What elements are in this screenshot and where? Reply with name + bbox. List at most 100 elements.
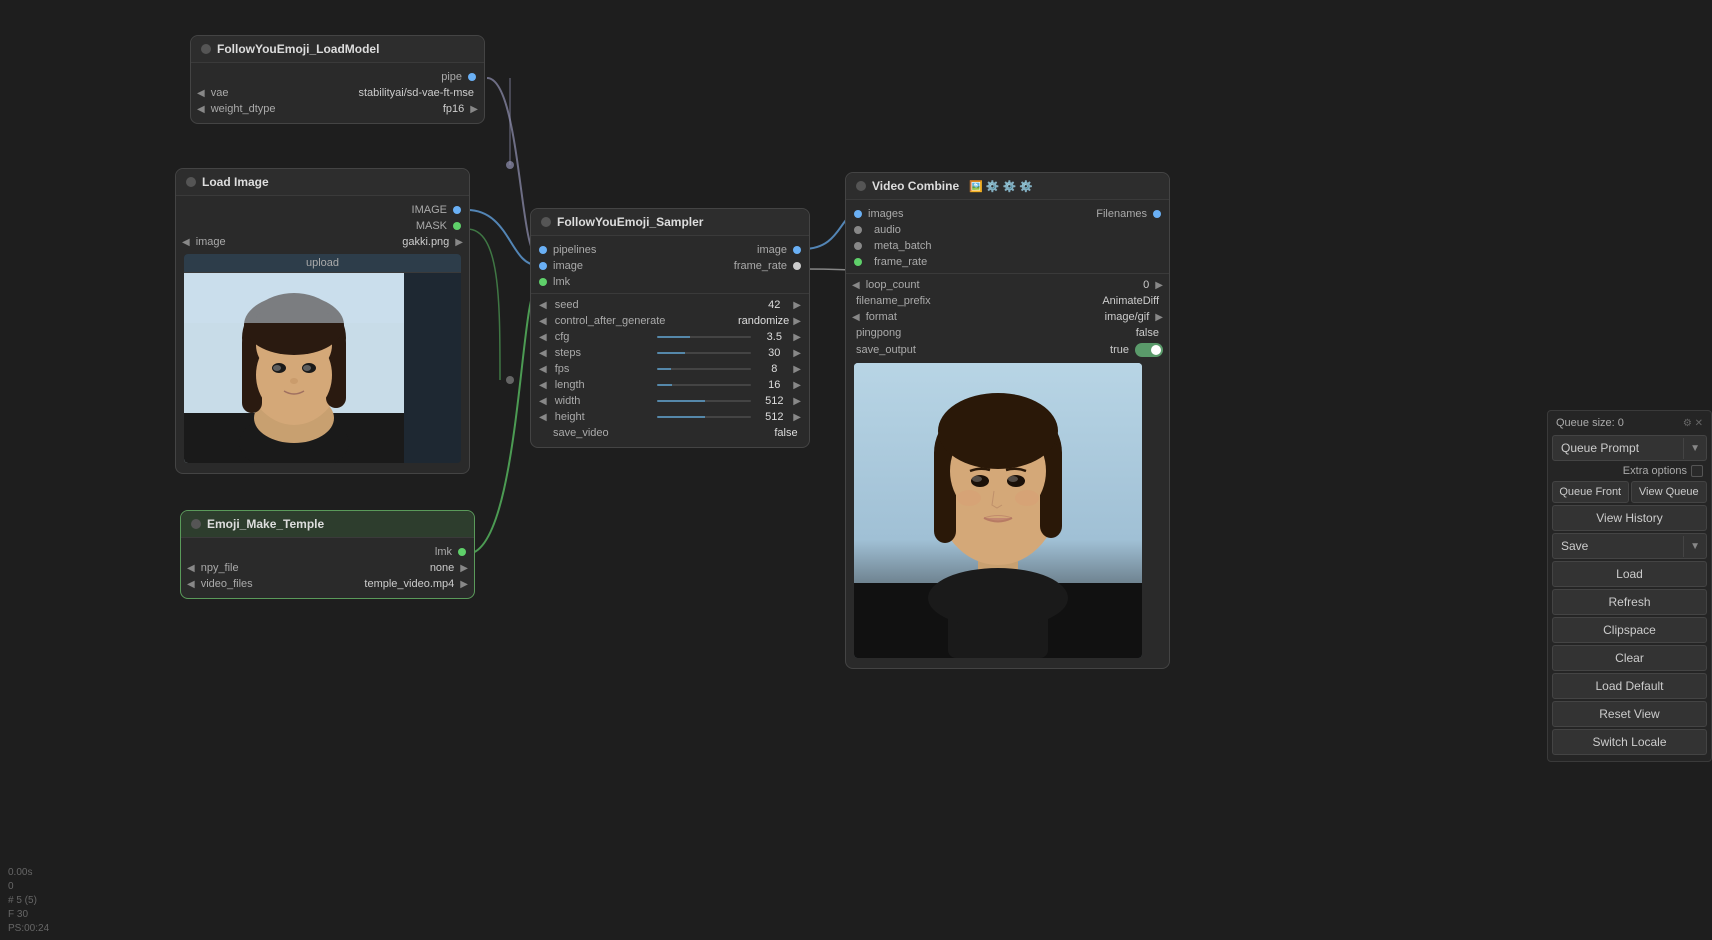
sampler-steps-arrow-r[interactable]: ▶ bbox=[793, 348, 801, 359]
sampler-width-label: width bbox=[551, 395, 649, 407]
sampler-control-label: control_after_generate bbox=[551, 315, 734, 327]
emoji-temple-video-row: ◀ video_files temple_video.mp4 ▶ bbox=[181, 576, 474, 592]
save-dropdown-arrow[interactable]: ▼ bbox=[1683, 536, 1706, 557]
load-model-vae-value: stabilityai/sd-vae-ft-mse bbox=[300, 87, 478, 99]
emoji-temple-npy-value: none bbox=[287, 562, 459, 574]
queue-prompt-arrow[interactable]: ▼ bbox=[1683, 438, 1706, 459]
vc-pingpong-label: pingpong bbox=[852, 327, 956, 339]
emoji-temple-npy-arrow-r[interactable]: ▶ bbox=[460, 563, 468, 574]
load-image-photo-svg bbox=[184, 273, 404, 463]
sampler-length-bar[interactable] bbox=[657, 384, 751, 386]
status-line5: PS:00:24 bbox=[8, 922, 112, 936]
sampler-body: pipelines image image frame_rate lmk bbox=[531, 236, 809, 447]
sampler-width-value: 512 bbox=[759, 395, 789, 407]
extra-options-checkbox[interactable] bbox=[1691, 465, 1703, 477]
sampler-cfg-arrow-r[interactable]: ▶ bbox=[793, 332, 801, 343]
refresh-button[interactable]: Refresh bbox=[1552, 589, 1707, 615]
load-image-img-arrow-r[interactable]: ▶ bbox=[455, 237, 463, 248]
sampler-steps-bar[interactable] bbox=[657, 352, 751, 354]
sampler-height-bar[interactable] bbox=[657, 416, 751, 418]
vc-framerate-row: frame_rate bbox=[846, 254, 1169, 270]
sampler-cfg-bar[interactable] bbox=[657, 336, 751, 338]
vc-loopcount-arrow-r[interactable]: ▶ bbox=[1155, 280, 1163, 291]
load-image-img-arrow-l[interactable]: ◀ bbox=[182, 237, 190, 248]
sampler-length-arrow-r[interactable]: ▶ bbox=[793, 380, 801, 391]
sampler-lmk-row: lmk bbox=[531, 274, 809, 290]
queue-prompt-button[interactable]: Queue Prompt bbox=[1553, 436, 1683, 460]
sampler-width-arrow-r[interactable]: ▶ bbox=[793, 396, 801, 407]
sampler-savevideo-value: false bbox=[771, 427, 801, 439]
emoji-temple-lmk-label: lmk bbox=[435, 546, 452, 558]
sampler-height-row: ◀ height 512 ▶ bbox=[531, 409, 809, 425]
emoji-temple-header: Emoji_Make_Temple bbox=[181, 511, 474, 538]
sampler-fps-row: ◀ fps 8 ▶ bbox=[531, 361, 809, 377]
vc-prefix-label: filename_prefix bbox=[852, 295, 956, 307]
sampler-image-row: image frame_rate bbox=[531, 258, 809, 274]
load-model-node: FollowYouEmoji_LoadModel pipe ◀ vae stab… bbox=[190, 35, 485, 124]
vc-framerate-port bbox=[854, 258, 862, 266]
right-panel-header: Queue size: 0 ⚙ ✕ bbox=[1552, 415, 1707, 431]
vc-saveoutput-label: save_output bbox=[852, 344, 946, 356]
vc-format-value: image/gif bbox=[962, 311, 1154, 323]
load-model-vae-arrow-l[interactable]: ◀ bbox=[197, 88, 205, 99]
sampler-control-row: ◀ control_after_generate randomize ▶ bbox=[531, 313, 809, 329]
vc-images-row: images Filenames bbox=[846, 206, 1169, 222]
sampler-steps-row: ◀ steps 30 ▶ bbox=[531, 345, 809, 361]
clipspace-button[interactable]: Clipspace bbox=[1552, 617, 1707, 643]
vc-format-arrow-l[interactable]: ◀ bbox=[852, 312, 860, 323]
header-icons: ⚙ ✕ bbox=[1683, 418, 1703, 429]
sampler-length-arrow-l[interactable]: ◀ bbox=[539, 380, 547, 391]
sampler-steps-arrow-l[interactable]: ◀ bbox=[539, 348, 547, 359]
load-default-button[interactable]: Load Default bbox=[1552, 673, 1707, 699]
save-button[interactable]: Save bbox=[1553, 534, 1683, 558]
vc-loopcount-arrow-l[interactable]: ◀ bbox=[852, 280, 860, 291]
view-history-button[interactable]: View History bbox=[1552, 505, 1707, 531]
load-button[interactable]: Load bbox=[1552, 561, 1707, 587]
sampler-fps-bar[interactable] bbox=[657, 368, 751, 370]
emoji-temple-video-value: temple_video.mp4 bbox=[287, 578, 459, 590]
sampler-pipelines-port bbox=[539, 246, 547, 254]
vc-audio-label: audio bbox=[868, 224, 901, 236]
load-image-img-row: ◀ image gakki.png ▶ bbox=[176, 234, 469, 250]
sampler-width-bar[interactable] bbox=[657, 400, 751, 402]
emoji-temple-video-arrow-l[interactable]: ◀ bbox=[187, 579, 195, 590]
sampler-control-arrow-r[interactable]: ▶ bbox=[793, 316, 801, 327]
reset-view-button[interactable]: Reset View bbox=[1552, 701, 1707, 727]
sampler-length-label: length bbox=[551, 379, 649, 391]
emoji-temple-video-arrow-r[interactable]: ▶ bbox=[460, 579, 468, 590]
vc-format-arrow-r[interactable]: ▶ bbox=[1155, 312, 1163, 323]
sampler-control-arrow-l[interactable]: ◀ bbox=[539, 316, 547, 327]
load-model-weight-arrow-l[interactable]: ◀ bbox=[197, 104, 205, 115]
load-image-preview bbox=[184, 273, 404, 463]
sampler-height-arrow-l[interactable]: ◀ bbox=[539, 412, 547, 423]
vc-saveoutput-toggle[interactable] bbox=[1135, 343, 1163, 357]
load-model-vae-row: ◀ vae stabilityai/sd-vae-ft-mse bbox=[191, 85, 484, 101]
load-model-pipe-port bbox=[468, 73, 476, 81]
queue-front-button[interactable]: Queue Front bbox=[1552, 481, 1629, 503]
load-image-img-value: gakki.png bbox=[282, 236, 454, 248]
vc-images-port bbox=[854, 210, 862, 218]
sampler-seed-arrow-r[interactable]: ▶ bbox=[793, 300, 801, 311]
vc-saveoutput-value: true bbox=[948, 344, 1133, 356]
sampler-fps-arrow-r[interactable]: ▶ bbox=[793, 364, 801, 375]
load-image-upload-btn[interactable]: upload bbox=[184, 254, 461, 273]
sampler-height-arrow-r[interactable]: ▶ bbox=[793, 412, 801, 423]
sampler-seed-row: ◀ seed 42 ▶ bbox=[531, 297, 809, 313]
switch-locale-button[interactable]: Switch Locale bbox=[1552, 729, 1707, 755]
sampler-seed-arrow-l[interactable]: ◀ bbox=[539, 300, 547, 311]
video-combine-header: Video Combine 🖼️ ⚙️ ⚙️ ⚙️ bbox=[846, 173, 1169, 200]
load-model-dot bbox=[201, 44, 211, 54]
clear-button[interactable]: Clear bbox=[1552, 645, 1707, 671]
sampler-cfg-arrow-l[interactable]: ◀ bbox=[539, 332, 547, 343]
load-model-weight-label: weight_dtype bbox=[207, 103, 295, 115]
view-queue-button[interactable]: View Queue bbox=[1631, 481, 1708, 503]
load-model-weight-arrow-r[interactable]: ▶ bbox=[470, 104, 478, 115]
load-image-node: Load Image IMAGE MASK ◀ image gakki.png … bbox=[175, 168, 470, 474]
emoji-temple-npy-label: npy_file bbox=[197, 562, 285, 574]
sampler-width-arrow-l[interactable]: ◀ bbox=[539, 396, 547, 407]
emoji-temple-npy-arrow-l[interactable]: ◀ bbox=[187, 563, 195, 574]
sampler-fps-arrow-l[interactable]: ◀ bbox=[539, 364, 547, 375]
sampler-pipelines-label: pipelines bbox=[553, 244, 596, 256]
load-model-header: FollowYouEmoji_LoadModel bbox=[191, 36, 484, 63]
vc-loopcount-row: ◀ loop_count 0 ▶ bbox=[846, 277, 1169, 293]
